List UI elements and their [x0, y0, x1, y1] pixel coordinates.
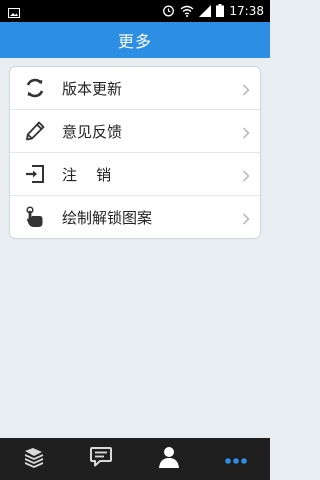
- logout-icon: [22, 161, 48, 187]
- gesture-hand-icon: [22, 204, 48, 230]
- chevron-right-icon: [242, 81, 250, 100]
- books-icon: [22, 446, 46, 472]
- signal-icon: [199, 2, 212, 21]
- page-title: 更多: [117, 32, 152, 51]
- menu-list: 版本更新 意见反馈 注 销 绘制解锁图案: [9, 66, 261, 239]
- bottom-nav: [0, 438, 270, 480]
- menu-item-label: 绘制解锁图案: [62, 208, 153, 227]
- menu-item-version-update[interactable]: 版本更新: [10, 67, 260, 110]
- menu-item-logout[interactable]: 注 销: [10, 153, 260, 196]
- alarm-icon: [162, 2, 175, 21]
- pencil-icon: [22, 118, 48, 144]
- chat-icon: [89, 446, 113, 472]
- status-time: 17:38: [229, 4, 264, 18]
- menu-item-feedback[interactable]: 意见反馈: [10, 110, 260, 153]
- menu-item-label: 意见反馈: [62, 122, 123, 141]
- wifi-icon: [180, 2, 194, 21]
- chevron-right-icon: [242, 124, 250, 143]
- tab-more[interactable]: [203, 438, 270, 480]
- tab-messages[interactable]: [68, 438, 135, 480]
- header-bar: 更多: [0, 22, 270, 58]
- status-bar: 17:38: [0, 0, 270, 22]
- battery-icon: [216, 2, 225, 21]
- menu-item-label: 版本更新: [62, 79, 123, 98]
- tab-books[interactable]: [0, 438, 67, 480]
- person-icon: [157, 445, 181, 473]
- more-dots-icon: [224, 450, 248, 469]
- chevron-right-icon: [242, 167, 250, 186]
- tab-profile[interactable]: [135, 438, 202, 480]
- refresh-icon: [22, 75, 48, 101]
- menu-item-label: 注 销: [62, 165, 112, 184]
- menu-item-draw-unlock-pattern[interactable]: 绘制解锁图案: [10, 196, 260, 238]
- chevron-right-icon: [242, 210, 250, 229]
- image-notification-icon: [8, 4, 20, 23]
